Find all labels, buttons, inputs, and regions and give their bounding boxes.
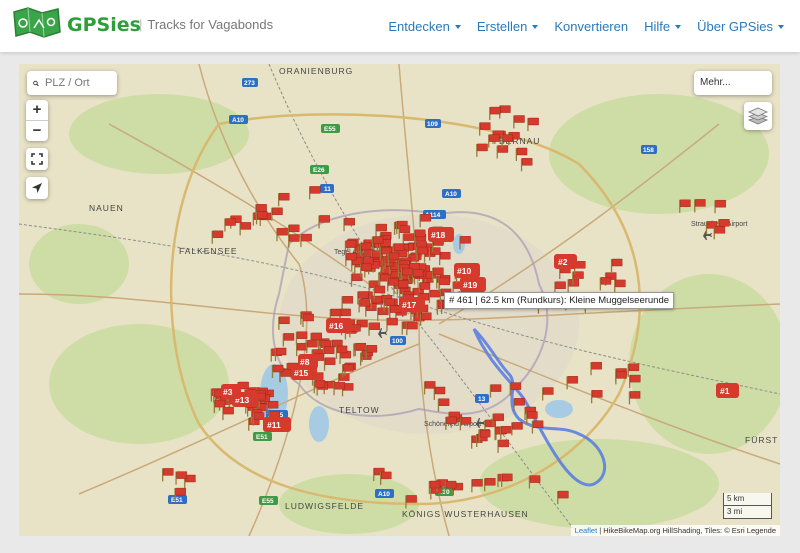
place-label: ORANIENBURG — [279, 66, 353, 76]
highway-label: A10 — [232, 117, 244, 124]
menu-erstellen[interactable]: Erstellen — [477, 19, 539, 34]
fullscreen-icon — [31, 153, 43, 165]
highway-label: E51 — [171, 497, 183, 504]
cluster-marker[interactable]: #8 — [298, 354, 318, 369]
place-label: NAUEN — [89, 203, 124, 213]
location-search-input[interactable] — [43, 76, 117, 90]
more-dropdown[interactable]: Mehr... — [694, 71, 772, 95]
highway-label: A10 — [445, 191, 457, 198]
leaflet-link[interactable]: Leaflet — [575, 526, 598, 535]
zoom-out-button[interactable]: − — [26, 120, 48, 141]
highway-label: 273 — [244, 80, 255, 87]
highway-label: A10 — [378, 491, 390, 498]
cluster-marker[interactable]: #17 — [399, 297, 425, 312]
highway-label: 100 — [392, 338, 403, 345]
place-label: KÖNIGS WUSTERHAUSEN — [402, 509, 529, 519]
navigation-arrow-icon — [32, 183, 42, 193]
chevron-down-icon — [675, 25, 682, 30]
highway-label: E55 — [324, 126, 336, 133]
cluster-marker[interactable]: #18 — [428, 227, 454, 242]
menu-entdecken-label: Entdecken — [388, 18, 450, 34]
svg-text:#16: #16 — [329, 321, 343, 331]
cluster-marker[interactable]: #11 — [263, 417, 291, 432]
highway-label: 158 — [643, 147, 654, 154]
main-menu: Entdecken Erstellen Konvertieren Hilfe Ü… — [388, 0, 800, 52]
highway-label: 13 — [478, 396, 486, 403]
top-navbar: GPSies | Tracks for Vagabonds Entdecken E… — [0, 0, 800, 52]
svg-text:#10: #10 — [457, 266, 471, 276]
highway-label: E26 — [313, 167, 325, 174]
brand-name[interactable]: GPSies — [67, 14, 141, 36]
place-label: LUDWIGSFELDE — [285, 501, 364, 511]
map-attribution: Leaflet | HikeBikeMap.org HillShading, T… — [570, 525, 780, 536]
svg-text:#18: #18 — [431, 230, 445, 240]
menu-ueber-label: Über GPSies — [697, 18, 773, 34]
svg-text:#2: #2 — [558, 257, 568, 267]
place-label: FALKENSEE — [179, 246, 238, 256]
svg-text:#3: #3 — [223, 387, 233, 397]
attribution-text: | HikeBikeMap.org HillShading, Tiles: © … — [597, 526, 776, 535]
layers-button[interactable] — [744, 102, 772, 130]
zoom-control: + − — [26, 100, 48, 141]
menu-erstellen-label: Erstellen — [476, 18, 528, 34]
fullscreen-button[interactable] — [26, 148, 48, 170]
location-search[interactable] — [27, 71, 117, 95]
chevron-down-icon — [532, 25, 539, 30]
place-label: TELTOW — [339, 405, 380, 415]
place-label: FÜRST — [745, 435, 778, 445]
menu-konvertieren[interactable]: Konvertieren — [554, 19, 628, 34]
menu-hilfe[interactable]: Hilfe — [644, 18, 682, 34]
svg-text:#17: #17 — [402, 300, 416, 310]
locate-me-button[interactable] — [26, 177, 48, 199]
highway-label: 109 — [427, 121, 438, 128]
cluster-marker[interactable]: #2 — [554, 254, 577, 269]
cluster-marker[interactable]: #1 — [716, 383, 739, 398]
search-icon — [33, 80, 39, 86]
svg-text:#19: #19 — [463, 280, 477, 290]
svg-text:#1: #1 — [720, 386, 730, 396]
menu-hilfe-label: Hilfe — [644, 18, 671, 34]
svg-text:#8: #8 — [300, 357, 310, 367]
zoom-in-button[interactable]: + — [26, 100, 48, 120]
track-tooltip: # 461 | 62.5 km (Rundkurs): Kleine Mugge… — [444, 292, 675, 309]
scale-mi: 3 mi — [723, 506, 772, 519]
chevron-down-icon — [454, 25, 461, 30]
menu-ueber-gpsies[interactable]: Über GPSies — [697, 19, 784, 34]
map-view[interactable]: ORANIENBURG NAUEN FALKENSEE TELTOW LUDWI… — [19, 64, 780, 536]
layers-icon — [748, 107, 768, 125]
svg-text:#15: #15 — [294, 368, 308, 378]
tagline-text: Tracks for Vagabonds — [147, 17, 274, 32]
highway-label: E55 — [262, 498, 274, 505]
highway-label: E51 — [256, 434, 268, 441]
scale-km: 5 km — [723, 493, 772, 506]
tagline: | Tracks for Vagabonds — [139, 17, 274, 32]
highway-label: 11 — [324, 186, 331, 193]
chevron-down-icon — [778, 25, 784, 30]
gpsies-logo[interactable] — [10, 6, 64, 45]
svg-text:#11: #11 — [267, 420, 281, 430]
cluster-marker[interactable]: #3 — [221, 384, 241, 399]
cluster-marker[interactable]: #10 — [454, 263, 480, 278]
cluster-marker[interactable]: #19 — [460, 277, 486, 292]
cluster-marker[interactable]: #16 — [326, 318, 352, 333]
menu-konvertieren-label: Konvertieren — [554, 18, 629, 34]
menu-entdecken[interactable]: Entdecken — [388, 18, 461, 34]
